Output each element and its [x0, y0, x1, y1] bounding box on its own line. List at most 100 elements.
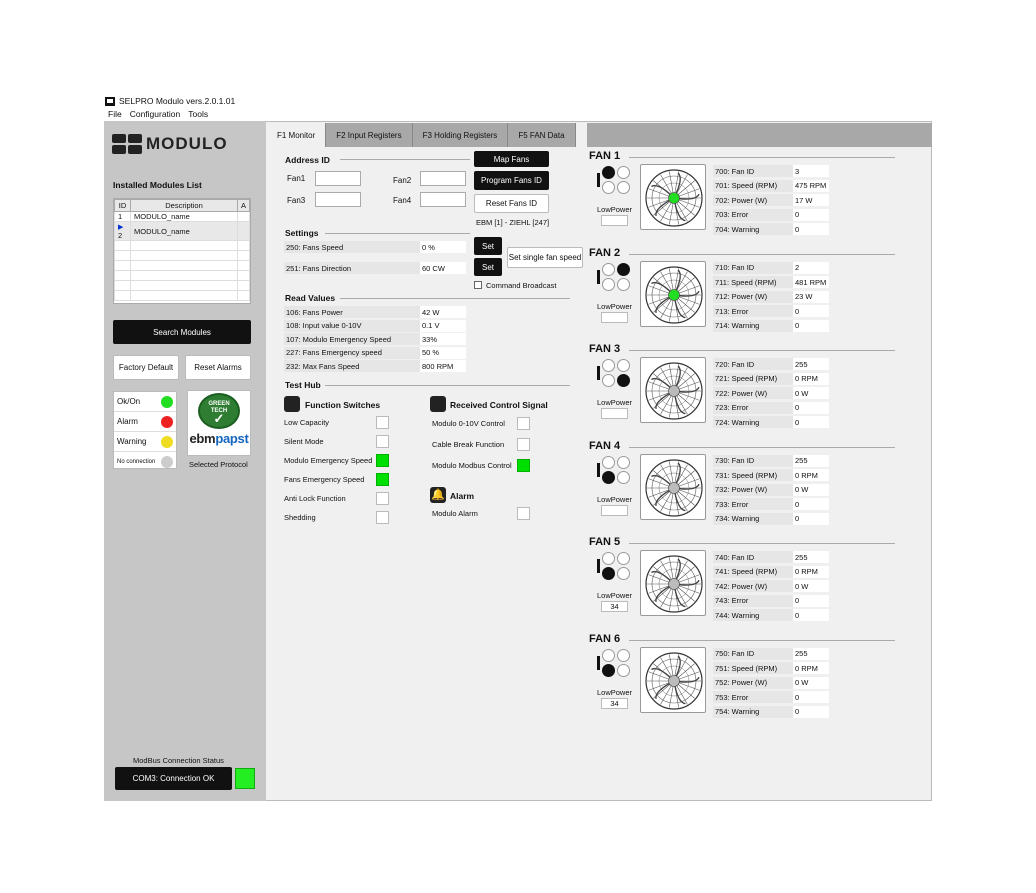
ebmpapst-protocol-logo[interactable]: GREEN TECH ✓ ebmpapst: [187, 390, 251, 456]
lowpower-input[interactable]: [601, 408, 628, 419]
fan-position-icon: [601, 455, 631, 485]
alarm-title: Alarm: [450, 491, 475, 501]
lowpower-input[interactable]: [601, 311, 628, 323]
fan-position-icon: [601, 165, 631, 195]
received-control-signal-title: Received Control Signal: [450, 400, 548, 410]
fan-data-table: 700: Fan ID 3 701: Speed (RPM) 475 RPM 7…: [713, 164, 829, 237]
fan-data-table: 730: Fan ID 255 731: Speed (RPM) 0 RPM 7…: [713, 454, 829, 527]
fans-direction-input[interactable]: 60 CW: [420, 262, 466, 274]
table-row-selected[interactable]: ▶ 2 MODULO_name: [114, 221, 251, 241]
lowpower-input[interactable]: 34: [601, 601, 628, 612]
col-description[interactable]: Description: [130, 199, 238, 212]
fan-data-table: 710: Fan ID 2 711: Speed (RPM) 481 RPM 7…: [713, 261, 829, 334]
switch-indicator: [376, 454, 389, 467]
noconnection-led-icon: [161, 456, 173, 468]
command-broadcast-checkbox[interactable]: [474, 281, 482, 289]
alarm-bell-icon: 🔔: [430, 487, 446, 503]
read-values-title: Read Values: [285, 293, 336, 303]
legend-ok: Ok/On: [114, 392, 176, 412]
map-fans-button[interactable]: Map Fans: [474, 151, 549, 167]
fan-title: FAN 4: [589, 439, 621, 452]
selected-protocol-label: Selected Protocol: [189, 460, 248, 469]
fan-bar-icon: [597, 559, 600, 573]
set-speed-button[interactable]: Set: [474, 237, 502, 255]
set-single-fan-speed-button[interactable]: Set single fan speed: [507, 247, 583, 268]
logo-text: MODULO: [146, 134, 228, 153]
fans-speed-input[interactable]: 0 %: [420, 241, 466, 253]
set-direction-button[interactable]: Set: [474, 258, 502, 276]
fan-data-row: 734: Warning 0: [713, 512, 829, 527]
fan-data-row: 711: Speed (RPM) 481 RPM: [713, 275, 829, 290]
reset-fans-id-button[interactable]: Reset Fans ID: [474, 194, 549, 213]
fan-data-row: 701: Speed (RPM) 475 RPM: [713, 179, 829, 194]
col-id[interactable]: ID: [114, 199, 131, 212]
tab-f5-fan-data[interactable]: F5 FAN Data: [508, 123, 576, 147]
switch-indicator: [376, 435, 389, 448]
modulo-logo: MODULO: [112, 134, 228, 154]
address-id-title: Address ID: [285, 155, 330, 165]
fan1-label: Fan1: [287, 174, 306, 183]
legend-warning: Warning: [114, 432, 176, 452]
fan-data-row: 750: Fan ID 255: [713, 647, 829, 662]
tab-f1-monitor[interactable]: F1 Monitor: [267, 123, 327, 147]
col-a[interactable]: A: [236, 199, 251, 212]
read-value-row: 227: Fans Emergency speed 50 %: [284, 346, 466, 359]
alarm-led-icon: [161, 415, 173, 428]
fan1-input[interactable]: [315, 171, 361, 186]
read-value-row: 232: Max Fans Speed 800 RPM: [284, 360, 466, 372]
tab-f2-input-registers[interactable]: F2 Input Registers: [326, 123, 413, 147]
greentech-badge-icon: GREEN TECH ✓: [198, 393, 240, 429]
factory-default-button[interactable]: Factory Default: [113, 355, 179, 380]
divider: [340, 298, 570, 299]
lowpower-input[interactable]: [601, 215, 628, 226]
row-id: 1: [114, 211, 131, 222]
modules-table-panel: ID Description A 1 MODULO_name ▶ 2 MODUL…: [113, 198, 251, 304]
modbus-connection-button[interactable]: COM3: Connection OK: [115, 767, 232, 790]
window-title: SELPRO Modulo vers.2.0.1.01: [119, 96, 236, 106]
fan-bar-icon: [597, 173, 600, 187]
fan-position-icon: [601, 551, 631, 581]
program-fans-id-button[interactable]: Program Fans ID: [474, 171, 549, 190]
read-value-row: 106: Fans Power 42 W: [284, 306, 466, 318]
fan2-input[interactable]: [420, 171, 466, 186]
lowpower-label: LowPower: [597, 398, 633, 407]
divider: [629, 639, 895, 641]
fan-data-row: 754: Warning 0: [713, 705, 829, 720]
fan-data-row: 744: Warning 0: [713, 608, 829, 623]
fan-image: [640, 164, 706, 230]
modbus-status-led-icon: [235, 768, 255, 789]
lowpower-input[interactable]: [601, 504, 628, 516]
command-broadcast-label: Command Broadcast: [486, 281, 557, 290]
tab-f3-holding-registers[interactable]: F3 Holding Registers: [412, 123, 509, 147]
lowpower-input[interactable]: 34: [601, 697, 628, 709]
function-switches-list: Low Capacity Silent Mode Modulo Emergenc…: [284, 413, 389, 527]
legend-alarm: Alarm: [114, 412, 176, 432]
divider: [340, 159, 470, 160]
logo-grid-icon: [112, 134, 142, 154]
fan-icon: [645, 555, 703, 613]
installed-modules-title: Installed Modules List: [113, 180, 202, 190]
table-row[interactable]: 1 MODULO_name: [114, 211, 251, 222]
divider: [629, 543, 895, 544]
menu-tools[interactable]: Tools: [188, 109, 208, 121]
signal-cable-break: Cable Break Function: [432, 434, 530, 455]
menu-file[interactable]: File: [108, 109, 122, 121]
fan-data-row: 751: Speed (RPM) 0 RPM: [713, 661, 829, 676]
divider: [629, 157, 895, 158]
fan-data-table: 750: Fan ID 255 751: Speed (RPM) 0 RPM 7…: [713, 647, 829, 720]
lowpower-label: LowPower: [597, 205, 633, 214]
menu-configuration[interactable]: Configuration: [130, 109, 181, 121]
fan-bar-icon: [597, 269, 600, 284]
search-modules-button[interactable]: Search Modules: [113, 320, 251, 344]
fan3-input[interactable]: [315, 192, 361, 207]
fan-data-table: 720: Fan ID 255 721: Speed (RPM) 0 RPM 7…: [713, 357, 829, 430]
fan-data-row: 753: Error 0: [713, 690, 829, 705]
status-legend: Ok/On Alarm Warning No connection: [113, 391, 177, 469]
fan-data-row: 741: Speed (RPM) 0 RPM: [713, 565, 829, 580]
fan-data-row: 723: Error 0: [713, 401, 829, 416]
modules-table: ID Description A 1 MODULO_name ▶ 2 MODUL…: [114, 199, 251, 301]
signal-0-10v: Modulo 0-10V Control: [432, 413, 530, 434]
fan-icon: [645, 169, 703, 227]
fan4-input[interactable]: [420, 192, 466, 207]
reset-alarms-button[interactable]: Reset Alarms: [185, 355, 251, 380]
